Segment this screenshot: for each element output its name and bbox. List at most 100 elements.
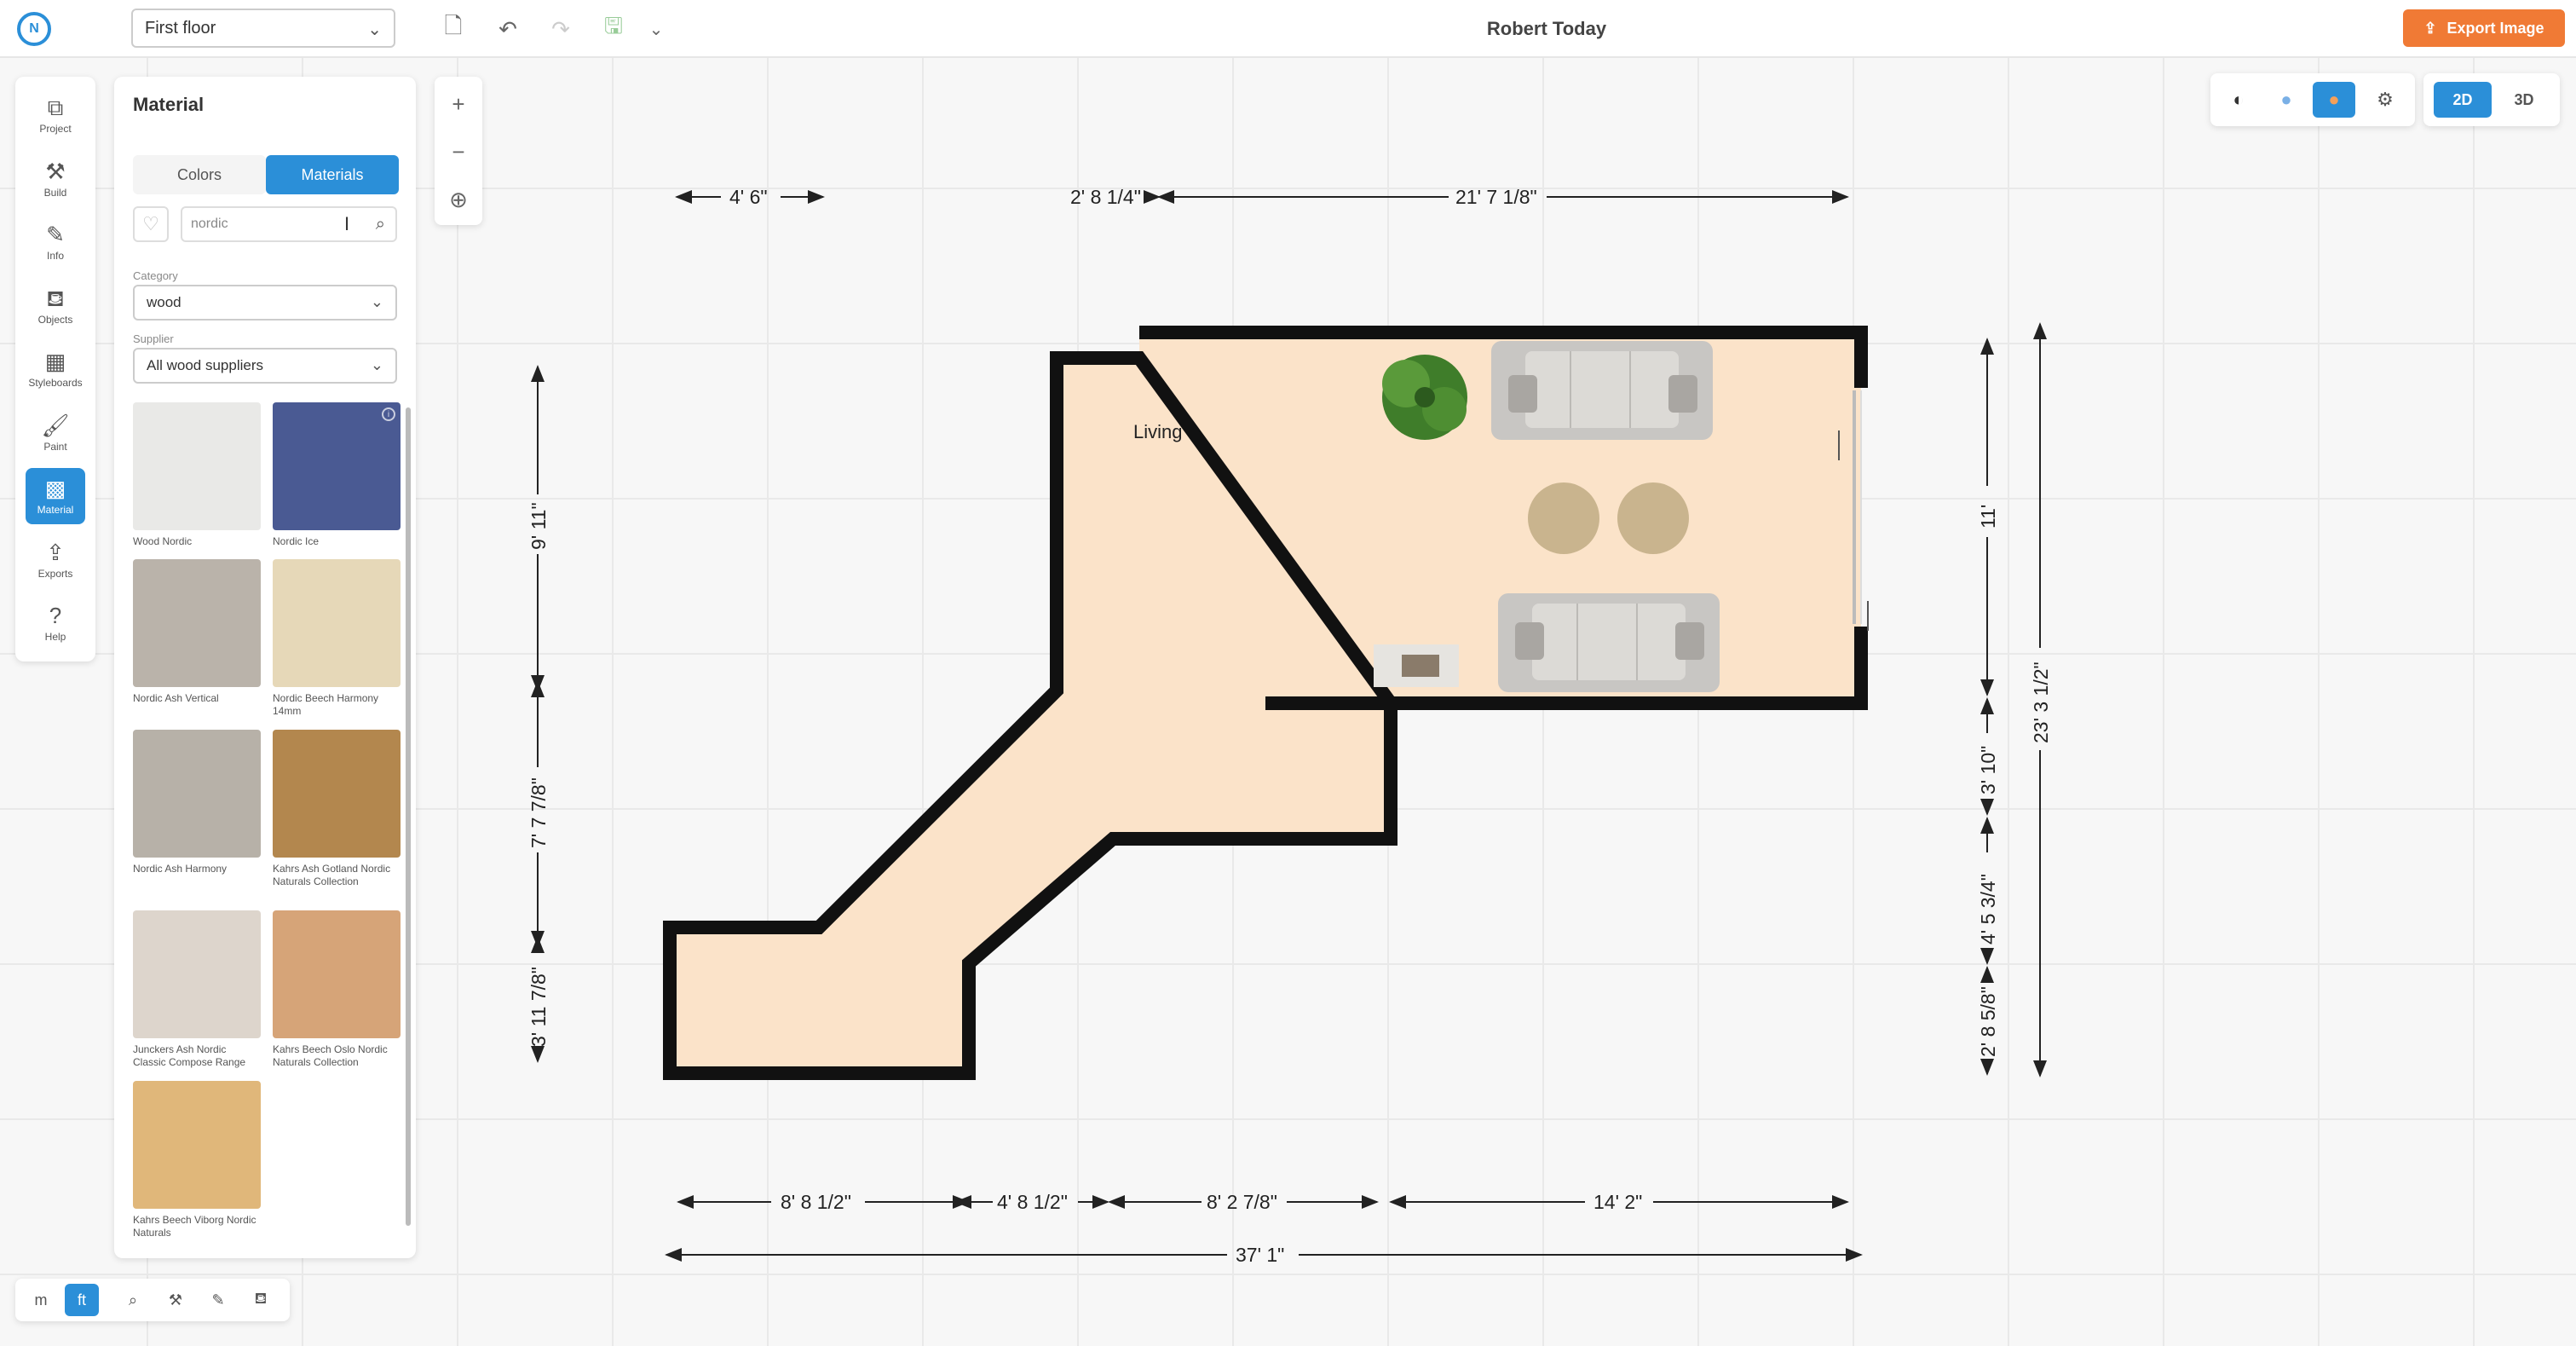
search-icon[interactable]: ⌕ xyxy=(376,215,385,234)
material-name: Nordic Beech Harmony 14mm xyxy=(273,692,379,717)
save-icon[interactable]: 🖫 xyxy=(598,13,629,44)
project-icon: ⧉ xyxy=(47,95,64,120)
side-table xyxy=(1374,644,1459,687)
material-name: Nordic Ice xyxy=(273,535,320,547)
material-swatch[interactable]: Wood Nordic xyxy=(133,402,261,548)
export-image-button[interactable]: ⇪ Export Image xyxy=(2403,9,2565,47)
tab-materials[interactable]: Materials xyxy=(266,155,399,194)
material-swatch[interactable]: Kahrs Beech Viborg Nordic Naturals xyxy=(133,1081,261,1239)
settings-toggle-icon[interactable]: ⚙ xyxy=(2364,82,2406,118)
unit-meters-button[interactable]: m xyxy=(24,1284,58,1316)
sidebar-item-exports[interactable]: ⇪ Exports xyxy=(26,532,85,588)
sidebar-item-paint[interactable]: 🖌 Paint xyxy=(26,405,85,461)
mode-3d-button[interactable]: 3D xyxy=(2495,82,2553,118)
material-name: Nordic Ash Harmony xyxy=(133,863,228,875)
dim-top-right: 21' 7 1/8" xyxy=(1455,186,1537,208)
sidebar-item-styleboards[interactable]: ▦ Styleboards xyxy=(26,341,85,397)
material-thumbnail[interactable] xyxy=(133,910,261,1038)
floor-select-value: First floor xyxy=(145,18,216,38)
dim-top-mid: 2' 8 1/4" xyxy=(1070,186,1141,208)
dim-bottom-2: 4' 8 1/2" xyxy=(997,1191,1068,1213)
contrast-icon[interactable]: ◐ xyxy=(2217,82,2260,118)
new-file-icon[interactable]: 🗋 xyxy=(438,13,469,44)
sofa-icon[interactable]: ⛾ xyxy=(244,1284,278,1316)
material-thumbnail[interactable] xyxy=(133,559,261,687)
material-thumbnail[interactable] xyxy=(273,559,401,687)
dim-left-3: 3' 11 7/8" xyxy=(527,967,550,1047)
export-icon: ⇪ xyxy=(2423,19,2437,37)
sidebar-item-build[interactable]: ⚒ Build xyxy=(26,151,85,207)
unit-feet-button[interactable]: ft xyxy=(65,1284,99,1316)
material-name: Junckers Ash Nordic Classic Compose Rang… xyxy=(133,1043,246,1068)
info-icon[interactable]: i xyxy=(382,407,395,421)
sidebar-item-label: Info xyxy=(46,250,64,262)
build-tools-icon[interactable]: ⚒ xyxy=(158,1284,193,1316)
sidebar-item-objects[interactable]: ⛾ Objects xyxy=(26,278,85,334)
favorites-heart-icon[interactable]: ♡ xyxy=(133,206,169,242)
material-thumbnail[interactable] xyxy=(273,730,401,858)
material-swatch[interactable]: i Nordic Ice xyxy=(273,402,401,548)
material-swatch[interactable]: Kahrs Beech Oslo Nordic Naturals Collect… xyxy=(273,910,401,1069)
category-value: wood xyxy=(147,294,182,310)
panel-title: Material xyxy=(133,94,205,115)
zoom-in-icon[interactable]: + xyxy=(435,80,482,128)
chevron-down-icon: ⌄ xyxy=(370,356,383,373)
sofa-icon: ⛾ xyxy=(46,285,65,311)
floor-select[interactable]: First floor ⌄ xyxy=(131,9,395,48)
material-swatch[interactable]: Kahrs Ash Gotland Nordic Naturals Collec… xyxy=(273,730,401,888)
chevron-down-icon: ⌄ xyxy=(370,293,383,310)
logo-text: N xyxy=(29,21,39,36)
tab-colors[interactable]: Colors xyxy=(133,155,266,194)
blueprint-icon[interactable]: ● xyxy=(2265,82,2308,118)
material-thumbnail[interactable] xyxy=(273,910,401,1038)
material-thumbnail[interactable] xyxy=(133,1081,261,1209)
dim-right-1: 11' xyxy=(1977,505,1999,529)
build-icon: ⚒ xyxy=(45,158,66,184)
material-name: Kahrs Beech Oslo Nordic Naturals Collect… xyxy=(273,1043,388,1068)
color-mode-icon[interactable]: ● xyxy=(2313,82,2355,118)
undo-icon[interactable]: ↶ xyxy=(493,14,523,44)
sidebar-item-label: Objects xyxy=(37,313,73,326)
material-thumbnail[interactable]: i xyxy=(273,402,401,530)
material-swatch[interactable]: Nordic Ash Vertical xyxy=(133,559,261,705)
material-name: Kahrs Beech Viborg Nordic Naturals xyxy=(133,1214,256,1239)
app-logo[interactable]: N xyxy=(17,12,51,46)
zoom-out-icon[interactable]: − xyxy=(435,128,482,176)
mode-2d-button[interactable]: 2D xyxy=(2434,82,2492,118)
save-options-chevron-icon[interactable]: ⌄ xyxy=(641,14,671,44)
material-thumbnail[interactable] xyxy=(133,402,261,530)
panel-scrollbar[interactable] xyxy=(406,407,411,1226)
sidebar-item-label: Material xyxy=(37,504,74,516)
category-select[interactable]: wood ⌄ xyxy=(133,285,397,321)
ottoman-left xyxy=(1528,482,1599,554)
sidebar-item-info[interactable]: ✎ Info xyxy=(26,214,85,270)
material-name: Wood Nordic xyxy=(133,535,193,547)
top-bar: N First floor ⌄ 🗋 ↶ ↷ 🖫 ⌄ Robert Today ⇪… xyxy=(0,0,2576,58)
search-icon[interactable]: ⌕ xyxy=(116,1284,150,1316)
sidebar-item-material[interactable]: ▩ Material xyxy=(26,468,85,524)
paint-roller-icon: 🖌 xyxy=(41,412,70,438)
material-thumbnail[interactable] xyxy=(133,730,261,858)
category-label: Category xyxy=(133,269,178,282)
recenter-icon[interactable]: ⊕ xyxy=(435,176,482,223)
dim-bottom-4: 14' 2" xyxy=(1593,1191,1642,1213)
left-sidebar: ⧉ Project ⚒ Build ✎ Info ⛾ Objects ▦ Styleboards 🖌… xyxy=(15,77,95,661)
material-swatch[interactable]: Junckers Ash Nordic Classic Compose Rang… xyxy=(133,910,261,1069)
supplier-select[interactable]: All wood suppliers ⌄ xyxy=(133,348,397,384)
search-input[interactable]: nordic I ⌕ xyxy=(181,206,397,242)
dim-right-total: 23' 3 1/2" xyxy=(2030,661,2052,743)
material-name: Nordic Ash Vertical xyxy=(133,692,219,704)
styleboards-icon: ▦ xyxy=(44,349,66,374)
text-cursor-icon: I xyxy=(344,213,350,234)
zoom-controls: + − ⊕ xyxy=(435,77,482,225)
sidebar-item-help[interactable]: ? Help xyxy=(26,595,85,651)
material-swatch[interactable]: Nordic Beech Harmony 14mm xyxy=(273,559,401,718)
sidebar-item-project[interactable]: ⧉ Project xyxy=(26,87,85,143)
dim-left-2: 7' 7 7/8" xyxy=(527,777,550,848)
dimension-toggle: 2D 3D xyxy=(2423,73,2560,126)
material-name: Kahrs Ash Gotland Nordic Naturals Collec… xyxy=(273,863,391,887)
comment-icon[interactable]: ✎ xyxy=(201,1284,235,1316)
plant xyxy=(1382,355,1467,440)
material-swatch[interactable]: Nordic Ash Harmony xyxy=(133,730,261,875)
redo-icon[interactable]: ↷ xyxy=(545,14,576,44)
